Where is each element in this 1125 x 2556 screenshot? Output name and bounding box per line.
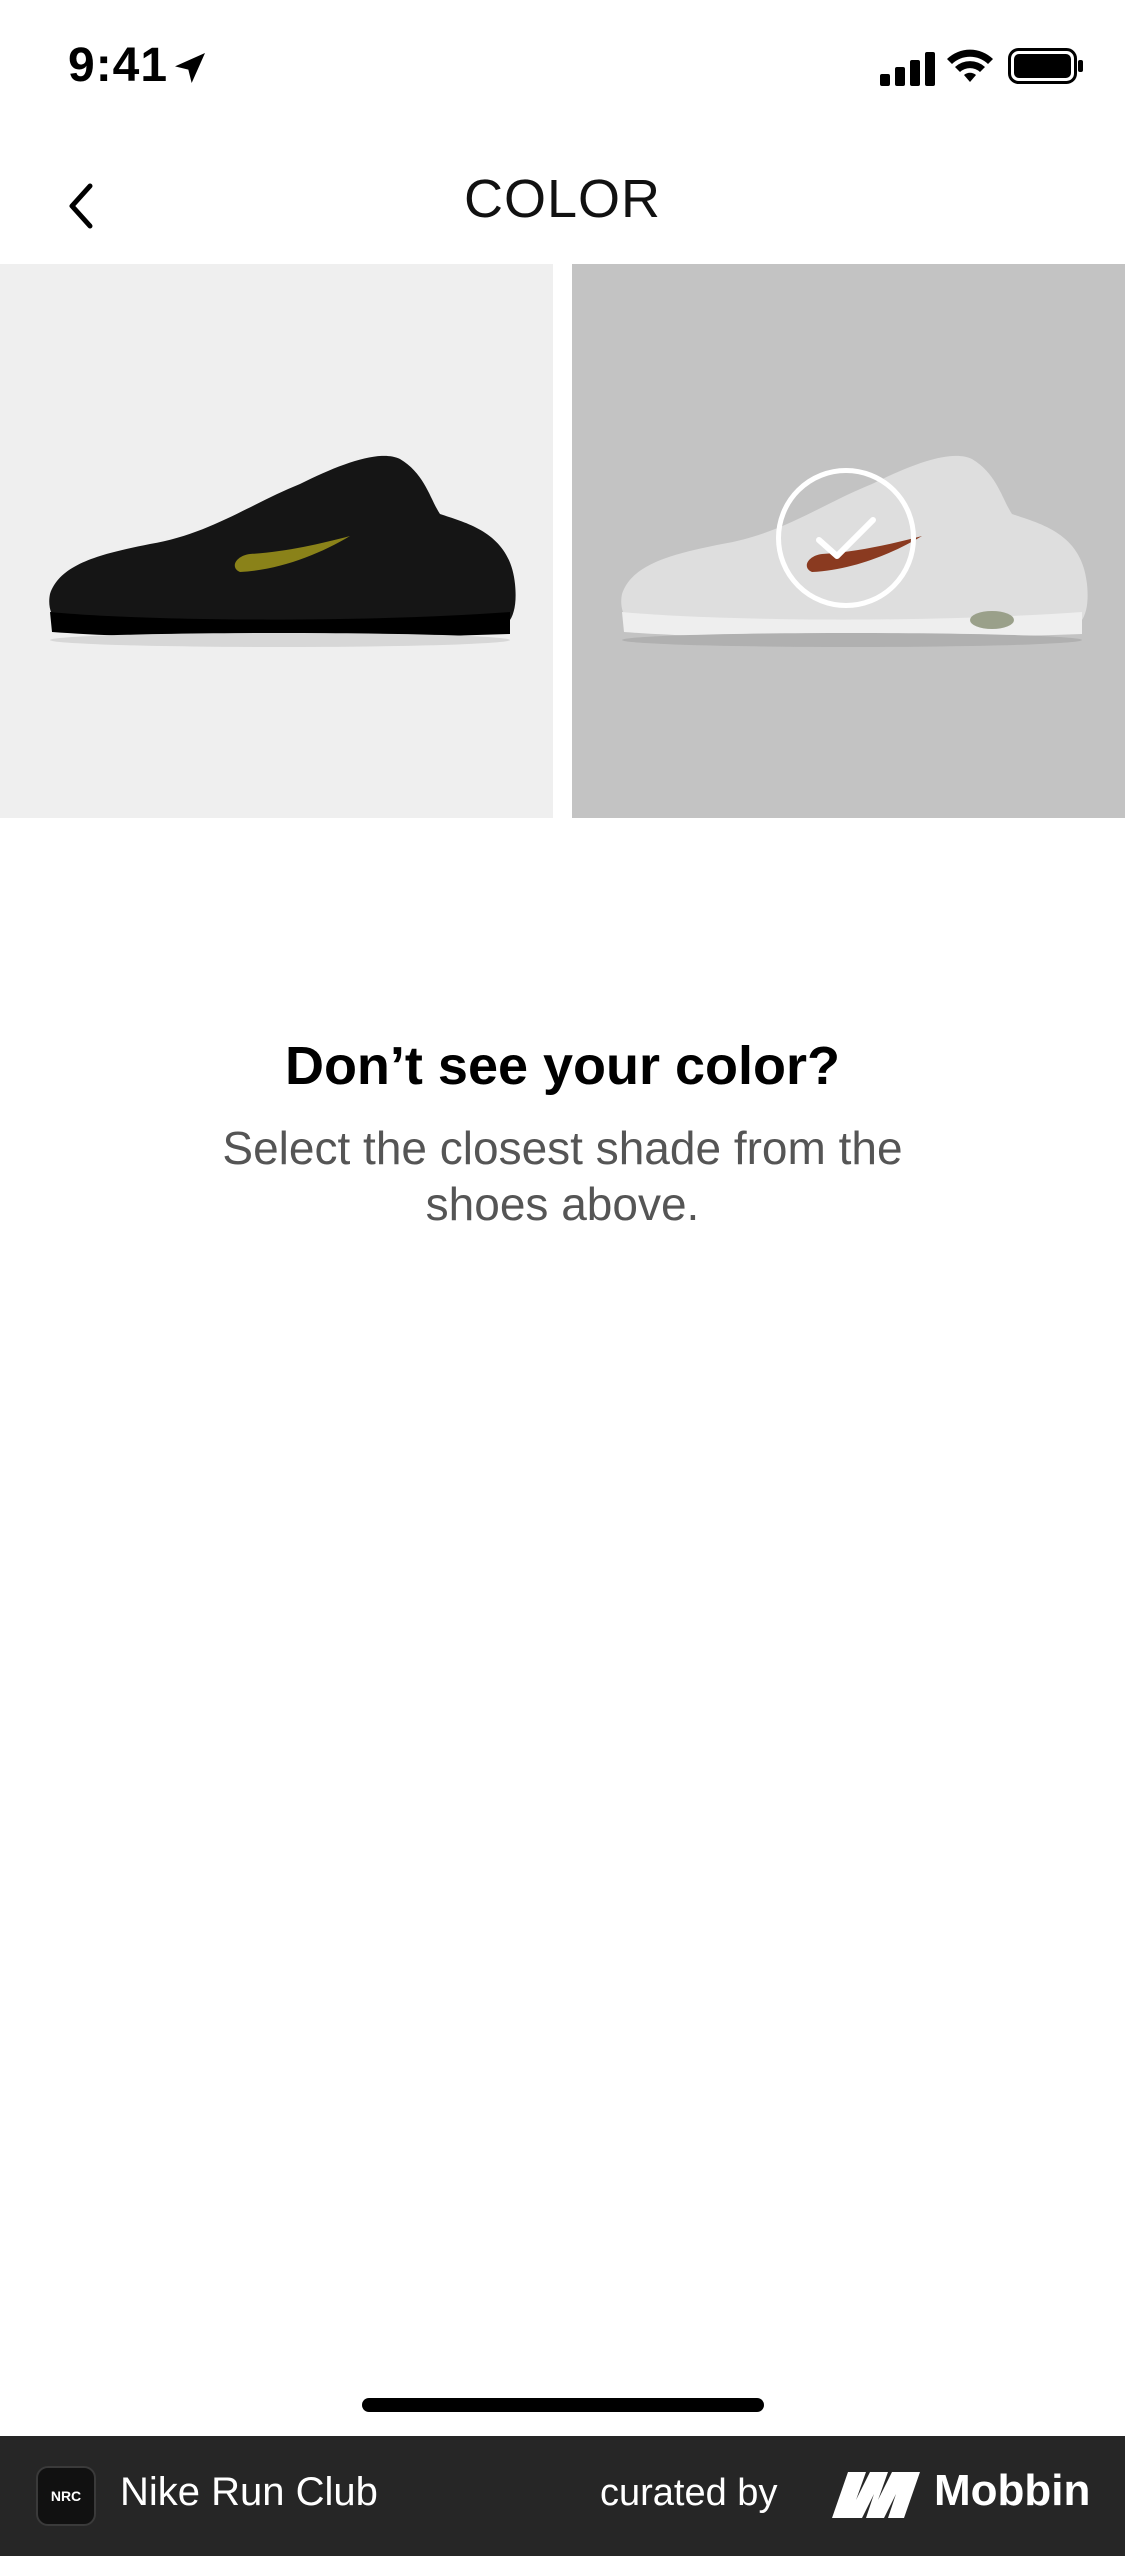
empty-state-title: Don’t see your color? xyxy=(284,1036,841,1096)
app-icon-label: NRC xyxy=(50,2488,82,2504)
color-swatch-black[interactable] xyxy=(0,264,553,818)
page-title: COLOR xyxy=(463,169,662,229)
battery-icon xyxy=(1008,48,1083,84)
signal-icon xyxy=(880,52,935,86)
curated-by-label: curated by xyxy=(600,2472,778,2514)
color-swatches xyxy=(0,264,1125,818)
color-swatch-white[interactable] xyxy=(572,264,1125,818)
empty-state-subtitle: Select the closest shade from the shoes … xyxy=(222,1122,903,1230)
shoe-image xyxy=(49,455,516,647)
footer-bar: NRC Nike Run Club curated by Mobbin xyxy=(0,2436,1125,2556)
app-name: Nike Run Club xyxy=(120,2470,378,2514)
status-time: 9:41 xyxy=(68,39,169,92)
wifi-icon xyxy=(947,49,993,82)
status-bar: 9:41 xyxy=(0,0,1125,140)
navigation-bar: COLOR xyxy=(0,140,1125,264)
location-arrow-icon xyxy=(175,53,205,83)
home-indicator[interactable] xyxy=(362,2398,764,2412)
selected-check-indicator xyxy=(776,468,916,608)
app-icon: NRC xyxy=(36,2466,96,2526)
mobbin-logo-icon xyxy=(832,2472,920,2518)
mobbin-brand: Mobbin xyxy=(934,2466,1091,2515)
checkmark-icon xyxy=(816,517,876,559)
